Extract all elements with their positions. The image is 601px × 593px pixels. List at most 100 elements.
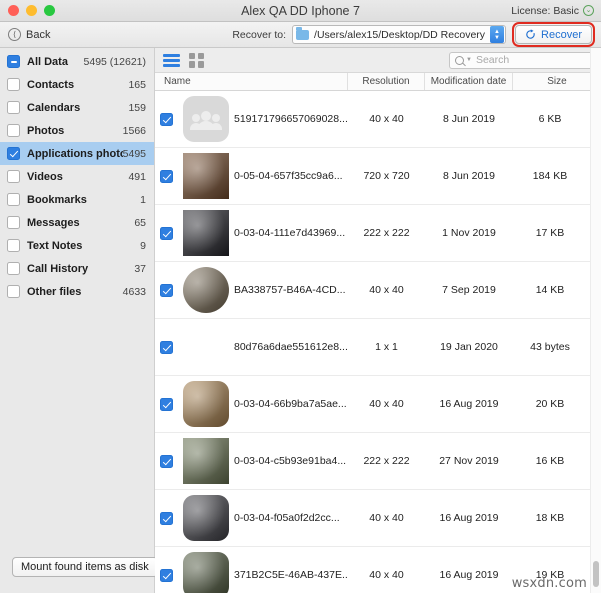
row-checkbox-cell[interactable]: [155, 511, 177, 525]
list-view-icon[interactable]: [163, 53, 180, 68]
sidebar-item-call-history[interactable]: Call History 37: [0, 257, 154, 280]
sidebar-item-count: 9: [140, 239, 146, 252]
row-resolution: 720 x 720: [363, 170, 410, 182]
sidebar-item-checkbox[interactable]: [7, 78, 20, 91]
row-checkbox-cell[interactable]: [155, 112, 177, 126]
recover-button-label: Recover: [541, 28, 582, 41]
grid-view-icon[interactable]: [189, 52, 204, 68]
row-checkbox-cell[interactable]: [155, 454, 177, 468]
column-header-resolution[interactable]: Resolution: [348, 73, 425, 90]
column-header-size[interactable]: Size: [513, 73, 601, 90]
row-size: 6 KB: [538, 113, 562, 125]
row-checkbox[interactable]: [159, 568, 173, 582]
column-header-modification-date[interactable]: Modification date: [425, 73, 513, 90]
table-row[interactable]: 0-03-04-111e7d43969... 222 x 222 1 Nov 201…: [155, 205, 601, 262]
table-row[interactable]: 80d76a6dae551612e8... 1 x 1 19 Jan 2020 43 …: [155, 319, 601, 376]
sidebar-item-text-notes[interactable]: Text Notes 9: [0, 234, 154, 257]
row-checkbox[interactable]: [159, 454, 173, 468]
table-row[interactable]: 519171796657069028... 40 x 40 8 Jun 2019 6 …: [155, 91, 601, 148]
license-status[interactable]: License: Basic ⌄: [511, 5, 601, 17]
table-row[interactable]: 0-03-04-c5b93e91ba4... 222 x 222 27 Nov 20…: [155, 433, 601, 490]
sidebar-item-checkbox[interactable]: [7, 216, 20, 229]
sidebar-item-applications-photo[interactable]: Applications photo 5495: [0, 142, 154, 165]
sidebar-item-count: 4633: [122, 285, 146, 298]
row-checkbox-cell[interactable]: [155, 169, 177, 183]
sidebar-item-label: Videos: [27, 170, 63, 183]
sidebar-item-checkbox[interactable]: [7, 170, 20, 183]
thumbnail-image: [182, 210, 229, 256]
chevron-down-icon[interactable]: ⌄: [583, 5, 594, 16]
sidebar-item-checkbox[interactable]: [7, 147, 20, 160]
vertical-scrollbar[interactable]: [590, 48, 601, 593]
sidebar-item-videos[interactable]: Videos 491: [0, 165, 154, 188]
row-checkbox[interactable]: [159, 226, 173, 240]
content-pane: ▼ Search Name Resolution Modification da…: [155, 48, 601, 593]
sidebar-item-checkbox[interactable]: [7, 193, 20, 206]
table-row[interactable]: BA338757-B46A-4CD... 40 x 40 7 Sep 2019 14 …: [155, 262, 601, 319]
sidebar-item-checkbox[interactable]: [7, 262, 20, 275]
row-checkbox[interactable]: [159, 283, 173, 297]
row-checkbox-cell[interactable]: [155, 568, 177, 582]
minimize-button[interactable]: [26, 5, 37, 16]
sidebar: All Data 5495 (12621) Contacts 165 Calendars…: [0, 48, 158, 593]
sidebar-item-checkbox[interactable]: [7, 285, 20, 298]
sidebar-item-checkbox[interactable]: [7, 124, 20, 137]
table-row[interactable]: 0-03-04-66b9ba7a5ae... 40 x 40 16 Aug 2019…: [155, 376, 601, 433]
row-thumbnail-cell: [177, 438, 234, 484]
row-modification-date: 19 Jan 2020: [440, 341, 498, 353]
stepper-icon[interactable]: ▲ ▼: [490, 26, 505, 43]
row-file-name: 0-03-04-c5b93e91ba4...: [234, 455, 347, 467]
sidebar-item-other-files[interactable]: Other files 4633: [0, 280, 154, 303]
row-size: 43 bytes: [530, 341, 570, 353]
sidebar-item-messages[interactable]: Messages 65: [0, 211, 154, 234]
row-thumbnail-cell: [177, 267, 234, 313]
row-resolution: 40 x 40: [369, 512, 404, 524]
close-button[interactable]: [8, 5, 19, 16]
sidebar-item-bookmarks[interactable]: Bookmarks 1: [0, 188, 154, 211]
search-scope-chevron-icon[interactable]: ▼: [466, 57, 472, 63]
destination-path-select[interactable]: /Users/alex15/Desktop/DD Recovery ▲ ▼: [292, 25, 507, 44]
table-row[interactable]: 0-05-04-657f35cc9a6... 720 x 720 8 Jun 201…: [155, 148, 601, 205]
row-thumbnail-cell: [177, 96, 234, 142]
row-size: 18 KB: [535, 512, 565, 524]
row-file-name: 0-03-04-f05a0f2d2cc...: [234, 512, 340, 524]
sidebar-item-photos[interactable]: Photos 1566: [0, 119, 154, 142]
maximize-button[interactable]: [44, 5, 55, 16]
scrollbar-thumb[interactable]: [593, 561, 599, 587]
row-file-name: 0-05-04-657f35cc9a6...: [234, 170, 343, 182]
back-button[interactable]: ⟨ Back: [8, 28, 50, 41]
sidebar-item-calendars[interactable]: Calendars 159: [0, 96, 154, 119]
sidebar-item-contacts[interactable]: Contacts 165: [0, 73, 154, 96]
row-modification-date: 8 Jun 2019: [443, 113, 495, 125]
row-resolution: 222 x 222: [363, 227, 410, 239]
column-header-name[interactable]: Name: [155, 73, 348, 90]
row-modification-date: 16 Aug 2019: [439, 569, 499, 581]
row-checkbox[interactable]: [159, 511, 173, 525]
row-checkbox-cell[interactable]: [155, 226, 177, 240]
thumbnail-image: [182, 381, 229, 427]
window-controls[interactable]: [0, 5, 55, 16]
sidebar-item-label: Calendars: [27, 101, 81, 114]
refresh-icon: [526, 29, 535, 39]
row-checkbox[interactable]: [159, 397, 173, 411]
mount-found-items-button[interactable]: Mount found items as disk: [12, 557, 158, 577]
sidebar-item-checkbox[interactable]: [7, 239, 20, 252]
row-checkbox-cell[interactable]: [155, 340, 177, 354]
table-row[interactable]: 0-03-04-f05a0f2d2cc... 40 x 40 16 Aug 2019…: [155, 490, 601, 547]
sidebar-item-all-data[interactable]: All Data 5495 (12621): [0, 50, 154, 73]
watermark: wsxdn.com: [511, 576, 587, 591]
sidebar-item-checkbox[interactable]: [7, 101, 20, 114]
row-checkbox[interactable]: [159, 169, 173, 183]
main-toolbar: ⟨ Back Recover to: /Users/alex15/Desktop…: [0, 22, 601, 48]
row-checkbox[interactable]: [159, 112, 173, 126]
file-table-body[interactable]: 519171796657069028... 40 x 40 8 Jun 2019 6 …: [155, 91, 601, 593]
row-resolution: 40 x 40: [369, 398, 404, 410]
back-button-label: Back: [26, 28, 51, 41]
search-input[interactable]: ▼ Search: [449, 51, 594, 69]
sidebar-item-checkbox[interactable]: [7, 55, 20, 68]
row-checkbox[interactable]: [159, 340, 173, 354]
row-file-name: 80d76a6dae551612e8...: [234, 341, 348, 353]
row-checkbox-cell[interactable]: [155, 397, 177, 411]
recover-button[interactable]: Recover: [515, 25, 592, 44]
row-checkbox-cell[interactable]: [155, 283, 177, 297]
